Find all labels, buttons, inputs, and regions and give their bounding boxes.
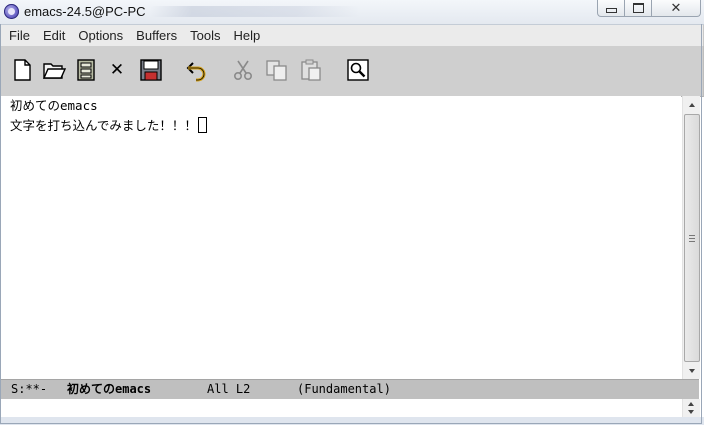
open-file-icon[interactable] [42,58,66,82]
buffer-line-1-text: 初めてのemacs [10,98,98,113]
text-cursor [197,117,207,133]
echo-scroll-down-icon[interactable] [688,410,694,414]
cut-icon[interactable] [231,58,255,82]
echo-area[interactable] [1,399,681,417]
save-icon[interactable] [139,58,163,82]
menu-tools[interactable]: Tools [183,25,226,46]
mode-line: S:**- 初めてのemacs All L2 (Fundamental) [1,379,699,399]
modeline-status: S:**- [11,382,48,396]
buffer-line-2: 文字を打ち込んでみました！！！ [10,116,207,136]
menu-help[interactable]: Help [226,25,266,46]
search-icon[interactable] [346,58,370,82]
paste-icon[interactable] [299,58,323,82]
buffer-line-2-text: 文字を打ち込んでみました！！！ [10,118,197,133]
title-bar: emacs-24.5@PC-PC ✕ [0,0,704,25]
scroll-up-arrow-icon [688,102,695,107]
kill-buffer-icon[interactable]: ✕ [105,58,129,82]
copy-icon[interactable] [265,58,289,82]
modeline-buffer-name[interactable]: 初めてのemacs [67,380,151,399]
menu-options[interactable]: Options [71,25,129,46]
menu-file[interactable]: File [1,25,36,46]
window-title: emacs-24.5@PC-PC [24,4,146,19]
menu-bar: File Edit Options Buffers Tools Help [0,25,704,46]
undo-icon[interactable] [185,58,209,82]
scroll-down-button[interactable] [683,362,700,379]
vertical-scrollbar[interactable] [682,96,700,379]
scrollbar-grip-icon [689,234,695,242]
title-background-blur [150,6,360,17]
echo-area-scrollbar[interactable] [682,399,700,417]
tool-bar: ✕ [0,46,704,97]
new-file-icon[interactable] [10,58,34,82]
dired-icon[interactable] [74,58,98,82]
maximize-icon [632,3,644,13]
minimize-button[interactable] [597,0,625,17]
scroll-up-button[interactable] [683,96,700,113]
scrollbar-thumb[interactable] [684,114,700,362]
echo-scroll-up-icon[interactable] [688,402,694,406]
maximize-button[interactable] [624,0,652,17]
modeline-major-mode[interactable]: (Fundamental) [297,380,391,399]
window-bottom-edge [0,417,704,425]
modeline-position: All L2 [207,382,251,396]
close-button[interactable]: ✕ [651,0,701,17]
minimize-icon [605,8,617,13]
buffer-line-1: 初めてのemacs [10,96,98,116]
emacs-app-icon[interactable] [4,4,19,19]
close-icon: ✕ [670,0,682,16]
scroll-down-arrow-icon [688,368,695,373]
menu-buffers[interactable]: Buffers [129,25,183,46]
text-buffer[interactable]: 初めてのemacs 文字を打ち込んでみました！！！ [1,96,681,379]
menu-edit[interactable]: Edit [36,25,71,46]
